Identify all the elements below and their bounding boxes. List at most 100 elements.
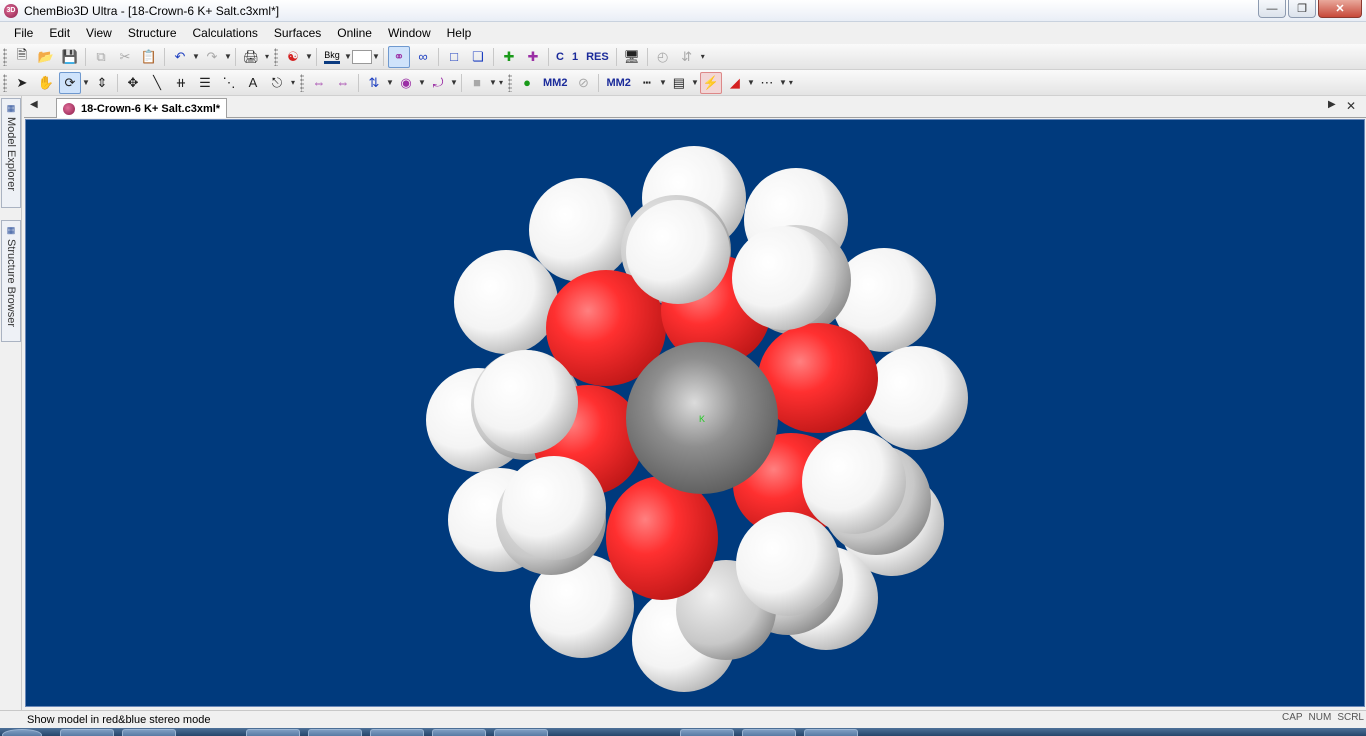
- grid-dropdown-icon[interactable]: ▼: [691, 78, 699, 87]
- ramp-icon[interactable]: ◢: [724, 72, 746, 94]
- taskbar-app-button[interactable]: [680, 729, 734, 736]
- restore-button[interactable]: ❐: [1288, 0, 1316, 18]
- depth-fade-icon[interactable]: ❏: [467, 46, 489, 68]
- double-bond-icon[interactable]: ⧺: [170, 72, 192, 94]
- stereo-view-icon[interactable]: ∞: [412, 46, 434, 68]
- toolbar-grip[interactable]: [274, 47, 278, 66]
- show-serial-number-button[interactable]: 1: [569, 46, 581, 68]
- document-tab[interactable]: 18-Crown-6 K+ Salt.c3xml*: [56, 98, 228, 118]
- rotate-icon[interactable]: ⟳: [59, 71, 81, 94]
- dropdown-arrows-icon[interactable]: ⇵: [676, 46, 698, 68]
- ramp-dropdown-icon[interactable]: ▼: [747, 78, 755, 87]
- taskbar-app-button[interactable]: [494, 729, 548, 736]
- menu-window[interactable]: Window: [380, 22, 439, 44]
- ruler-dropdown-icon[interactable]: ▼: [659, 78, 667, 87]
- taskbar-app-button[interactable]: [308, 729, 362, 736]
- monitor-icon[interactable]: 🖥: [621, 46, 643, 68]
- stop-dropdown-icon[interactable]: ▼: [489, 78, 497, 87]
- close-document-icon[interactable]: ✕: [1346, 99, 1356, 113]
- menu-edit[interactable]: Edit: [41, 22, 78, 44]
- start-button[interactable]: [2, 729, 42, 736]
- toolbar-grip[interactable]: [3, 73, 7, 92]
- taskbar-app-button[interactable]: [122, 729, 176, 736]
- show-residue-button[interactable]: RES: [583, 46, 612, 68]
- menu-calculations[interactable]: Calculations: [185, 22, 266, 44]
- model-display-icon[interactable]: ☯: [282, 46, 304, 68]
- model-viewport[interactable]: K: [25, 119, 1365, 707]
- bkg-dropdown-icon[interactable]: ▼: [344, 52, 352, 61]
- stop-icon[interactable]: ■: [466, 72, 488, 94]
- toolbar-overflow-icon[interactable]: ▾: [787, 78, 795, 87]
- redo-icon[interactable]: ↷: [201, 46, 223, 68]
- menu-help[interactable]: Help: [439, 22, 480, 44]
- move-icon[interactable]: ✥: [122, 72, 144, 94]
- minimize-button[interactable]: —: [1258, 0, 1286, 18]
- dashed-bond-icon[interactable]: ⋱: [218, 72, 240, 94]
- toolbar-overflow-icon[interactable]: ▾: [699, 52, 707, 61]
- color-dropdown-icon[interactable]: ▼: [372, 52, 380, 61]
- print-icon[interactable]: 🖨: [240, 46, 262, 68]
- plane-icon[interactable]: ⤾: [427, 72, 449, 94]
- hand-icon[interactable]: ✋: [35, 72, 57, 94]
- undo-icon[interactable]: ↶: [169, 46, 191, 68]
- menu-surfaces[interactable]: Surfaces: [266, 22, 329, 44]
- ruler-icon[interactable]: ┅: [636, 72, 658, 94]
- toolbar-grip[interactable]: [3, 47, 7, 66]
- text-tool-button[interactable]: A: [242, 72, 264, 94]
- model-display-dropdown-icon[interactable]: ▼: [305, 52, 313, 61]
- taskbar-app-button[interactable]: [432, 729, 486, 736]
- eraser-icon[interactable]: ⎋: [266, 72, 288, 94]
- save-icon[interactable]: 💾: [59, 46, 81, 68]
- taskbar-app-button[interactable]: [246, 729, 300, 736]
- taskbar-app-button[interactable]: [370, 729, 424, 736]
- cancel-calc-icon[interactable]: ⊘: [572, 72, 594, 94]
- select-arrow-icon[interactable]: ➤: [11, 72, 33, 94]
- menu-file[interactable]: File: [6, 22, 41, 44]
- show-hydrogens-icon[interactable]: ✚: [498, 46, 520, 68]
- tab-scroll-right-icon[interactable]: ▶: [1328, 99, 1336, 110]
- structure-browser-tab[interactable]: ▦ Structure Browser: [1, 220, 21, 342]
- toolbar-overflow-icon[interactable]: ▾: [289, 78, 297, 87]
- tab-scroll-left-icon[interactable]: ◀: [30, 99, 38, 110]
- close-button[interactable]: ✕: [1318, 0, 1362, 18]
- show-atom-symbol-button[interactable]: C: [553, 46, 567, 68]
- centroid-icon[interactable]: ◉: [395, 72, 417, 94]
- toolbar-grip[interactable]: [508, 73, 512, 92]
- mm2-minimize-button[interactable]: MM2: [540, 72, 570, 94]
- axis-dropdown-icon[interactable]: ▼: [386, 78, 394, 87]
- plane-dropdown-icon[interactable]: ▼: [450, 78, 458, 87]
- copy-icon[interactable]: ⧉: [90, 46, 112, 68]
- paste-icon[interactable]: 📋: [138, 46, 160, 68]
- molecule-render[interactable]: K: [26, 120, 1365, 707]
- perspective-icon[interactable]: □: [443, 46, 465, 68]
- grid-icon[interactable]: ▤: [668, 72, 690, 94]
- menu-structure[interactable]: Structure: [120, 22, 185, 44]
- rotate-dropdown-icon[interactable]: ▼: [82, 78, 90, 87]
- show-lone-pairs-icon[interactable]: ✚: [522, 46, 544, 68]
- taskbar-app-button[interactable]: [804, 729, 858, 736]
- model-explorer-tab[interactable]: ▦ Model Explorer: [1, 98, 21, 208]
- cut-icon[interactable]: ✂: [114, 46, 136, 68]
- output-window-icon[interactable]: ◴: [652, 46, 674, 68]
- taskbar-app-button[interactable]: [60, 729, 114, 736]
- mm2-dynamics-button[interactable]: MM2: [603, 72, 633, 94]
- centroid-dropdown-icon[interactable]: ▼: [418, 78, 426, 87]
- zoom-icon[interactable]: ⇕: [91, 72, 113, 94]
- undo-dropdown-icon[interactable]: ▼: [192, 52, 200, 61]
- dotted-line-icon[interactable]: ⋯: [756, 72, 778, 94]
- red-blue-stereo-icon[interactable]: ⚡: [699, 71, 722, 94]
- toolbar-overflow-icon[interactable]: ▾: [263, 52, 271, 61]
- stereo-mode-icon[interactable]: ⚭: [388, 45, 410, 68]
- menu-online[interactable]: Online: [329, 22, 380, 44]
- toolbar-overflow-icon[interactable]: ▾: [497, 78, 505, 87]
- measure-angle-icon[interactable]: ⇔: [332, 72, 354, 94]
- redo-dropdown-icon[interactable]: ▼: [224, 52, 232, 61]
- triple-bond-icon[interactable]: ☰: [194, 72, 216, 94]
- dotted-dropdown-icon[interactable]: ▼: [779, 78, 787, 87]
- background-color-button[interactable]: Bkg: [320, 47, 344, 67]
- axis-icon[interactable]: ⇅: [363, 72, 385, 94]
- menu-view[interactable]: View: [78, 22, 120, 44]
- color-swatch[interactable]: [352, 49, 372, 64]
- taskbar-app-button[interactable]: [742, 729, 796, 736]
- record-icon[interactable]: ●: [516, 72, 538, 94]
